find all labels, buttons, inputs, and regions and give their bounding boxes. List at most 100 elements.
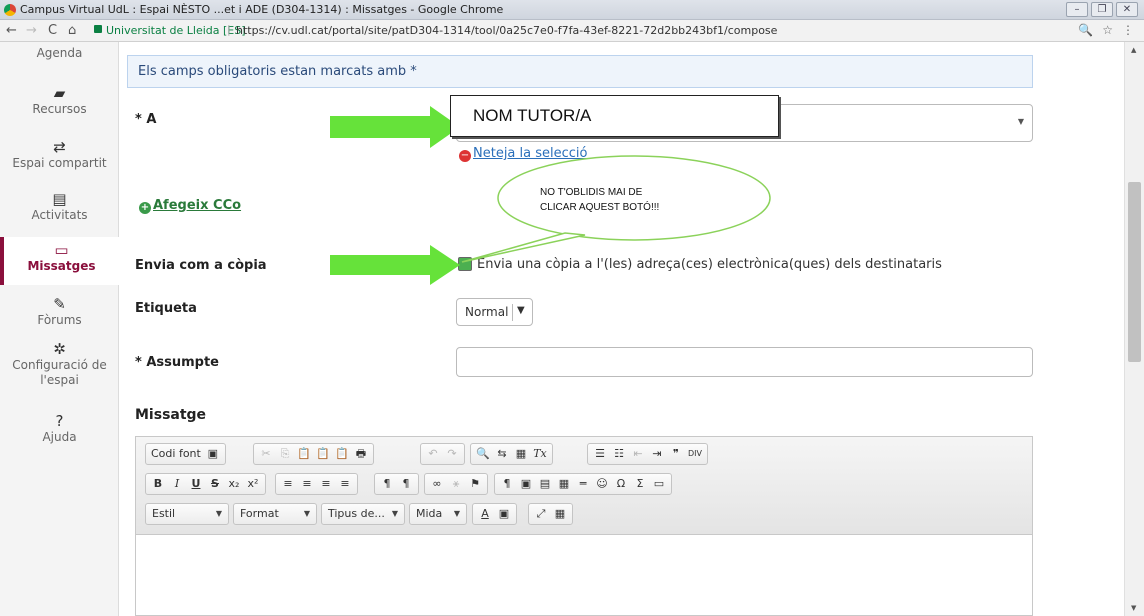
select-all-icon[interactable]: ▦ [512, 445, 530, 463]
chevron-down-icon: ▼ [303, 509, 310, 518]
scroll-up-icon[interactable]: ▲ [1131, 46, 1136, 54]
align-right-icon[interactable]: ≡ [317, 475, 335, 493]
link-icon[interactable]: ∞ [428, 475, 446, 493]
underline-button[interactable]: U [187, 475, 205, 493]
template-button[interactable]: ▣ [204, 445, 222, 463]
print-icon[interactable]: 🖶 [352, 445, 370, 463]
style-combo[interactable]: Estil ▼ [145, 503, 229, 525]
menu-icon[interactable]: ⋮ [1122, 23, 1134, 37]
unlink-icon[interactable]: ⚹ [447, 475, 465, 493]
rtl-icon[interactable]: ¶ [397, 475, 415, 493]
back-icon[interactable]: ← [6, 23, 17, 38]
format-combo[interactable]: Format ▼ [233, 503, 317, 525]
reload-icon[interactable]: C [48, 23, 57, 38]
image-icon[interactable]: ▣ [517, 475, 535, 493]
blockquote-icon[interactable]: ❞ [667, 445, 685, 463]
iframe-icon[interactable]: ▭ [650, 475, 668, 493]
zoom-icon[interactable]: 🔍 [1078, 23, 1093, 37]
align-justify-icon[interactable]: ≡ [336, 475, 354, 493]
bulleted-list-icon[interactable]: ☷ [610, 445, 628, 463]
send-copy-description: Envia una còpia a l'(les) adreça(ces) el… [477, 257, 942, 272]
forward-icon[interactable]: → [26, 23, 37, 38]
chevron-down-icon: ▼ [391, 509, 398, 518]
home-icon[interactable]: ⌂ [68, 23, 76, 38]
send-copy-checkbox[interactable] [458, 257, 472, 271]
horizontal-rule-icon[interactable]: ═ [574, 475, 592, 493]
rich-text-editor: Codi font ▣ ✂ ⎘ 📋 📋 📋 🖶 ↶ ↷ 🔍 ⇆ ▦ Tx ☰ ☷… [135, 436, 1033, 616]
replace-icon[interactable]: ⇆ [493, 445, 511, 463]
style-combo-label: Estil [152, 507, 176, 520]
bold-button[interactable]: B [149, 475, 167, 493]
toolbar-group-direction: ¶ ¶ [374, 473, 419, 495]
scrollbar-thumb[interactable] [1128, 182, 1141, 362]
text-color-button[interactable]: A [476, 505, 494, 523]
paste-word-icon[interactable]: 📋 [333, 445, 351, 463]
tool-sidebar: Agenda ▰ Recursos ⇄ Espai compartit ▤ Ac… [0, 42, 119, 616]
sidebar-item-activitats[interactable]: ▤ Activitats [0, 190, 119, 222]
flash-icon[interactable]: ▤ [536, 475, 554, 493]
minimize-button[interactable]: – [1066, 2, 1088, 17]
send-copy-label: Envia com a còpia [135, 258, 267, 273]
sidebar-item-espai-compartit[interactable]: ⇄ Espai compartit [0, 138, 119, 170]
tag-select-value: Normal [465, 305, 509, 319]
add-bcc-link[interactable]: + Afegeix CCo [139, 198, 241, 214]
toolbar-group-tools: ⤢ ▦ [528, 503, 573, 525]
add-bcc-label: Afegeix CCo [153, 198, 242, 213]
cut-icon[interactable]: ✂ [257, 445, 275, 463]
bookmark-star-icon[interactable]: ☆ [1102, 23, 1113, 37]
page-scrollbar[interactable]: ▲ ▼ [1124, 42, 1144, 616]
outdent-icon[interactable]: ⇤ [629, 445, 647, 463]
remove-format-icon[interactable]: Tx [531, 445, 549, 463]
sigma-icon[interactable]: Σ [631, 475, 649, 493]
sidebar-item-forums[interactable]: ✎ Fòrums [0, 295, 119, 327]
tag-select[interactable]: Normal ▼ [456, 298, 533, 326]
align-left-icon[interactable]: ≡ [279, 475, 297, 493]
sidebar-item-recursos[interactable]: ▰ Recursos [0, 84, 119, 116]
sidebar-item-agenda[interactable]: Agenda [0, 46, 119, 60]
show-blocks-icon[interactable]: ▦ [551, 505, 569, 523]
folder-icon: ▰ [53, 84, 66, 102]
undo-icon[interactable]: ↶ [424, 445, 442, 463]
scroll-down-icon[interactable]: ▼ [1131, 604, 1136, 612]
maximize-icon[interactable]: ⤢ [532, 505, 550, 523]
chevron-down-icon: ▼ [517, 305, 525, 316]
paste-icon[interactable]: 📋 [295, 445, 313, 463]
indent-icon[interactable]: ⇥ [648, 445, 666, 463]
mathjax-icon[interactable]: ¶ [498, 475, 516, 493]
ltr-icon[interactable]: ¶ [378, 475, 396, 493]
anchor-flag-icon[interactable]: ⚑ [466, 475, 484, 493]
maximize-button[interactable]: ❐ [1091, 2, 1113, 17]
size-combo[interactable]: Mida ▼ [409, 503, 467, 525]
site-identity[interactable]: Universitat de Lleida [ES] [106, 24, 246, 37]
sidebar-item-missatges[interactable]: ▭ Missatges [0, 237, 119, 285]
strikethrough-button[interactable]: S [206, 475, 224, 493]
italic-button[interactable]: I [168, 475, 186, 493]
sidebar-item-ajuda[interactable]: ? Ajuda [0, 412, 119, 444]
special-char-icon[interactable]: Ω [612, 475, 630, 493]
smiley-icon[interactable]: ☺ [593, 475, 611, 493]
bg-color-button[interactable]: ▣ [495, 505, 513, 523]
bubble-line-2: CLICAR AQUEST BOTÓ!!! [540, 202, 660, 213]
table-icon[interactable]: ▦ [555, 475, 573, 493]
sidebar-item-configuracio[interactable]: ✲ Configuració de l'espai [0, 340, 119, 388]
align-center-icon[interactable]: ≡ [298, 475, 316, 493]
source-code-button[interactable]: Codi font [149, 445, 203, 463]
lock-icon [94, 25, 102, 33]
subscript-button[interactable]: x₂ [225, 475, 243, 493]
numbered-list-icon[interactable]: ☰ [591, 445, 609, 463]
superscript-button[interactable]: x² [244, 475, 262, 493]
url-field[interactable]: https://cv.udl.cat/portal/site/patD304-1… [236, 24, 777, 37]
copy-icon[interactable]: ⎘ [276, 445, 294, 463]
redo-icon[interactable]: ↷ [443, 445, 461, 463]
find-icon[interactable]: 🔍 [474, 445, 492, 463]
close-button[interactable]: ✕ [1116, 2, 1138, 17]
exchange-icon: ⇄ [53, 138, 66, 156]
paste-text-icon[interactable]: 📋 [314, 445, 332, 463]
toolbar-group-align: ≡ ≡ ≡ ≡ [275, 473, 358, 495]
gear-icon: ✲ [53, 340, 66, 358]
font-combo[interactable]: Tipus de... ▼ [321, 503, 405, 525]
editor-content-area[interactable] [136, 536, 1032, 616]
clear-selection-link[interactable]: − Neteja la selecció [459, 146, 587, 162]
subject-input[interactable] [456, 347, 1033, 377]
div-container-icon[interactable]: DIV [686, 445, 704, 463]
